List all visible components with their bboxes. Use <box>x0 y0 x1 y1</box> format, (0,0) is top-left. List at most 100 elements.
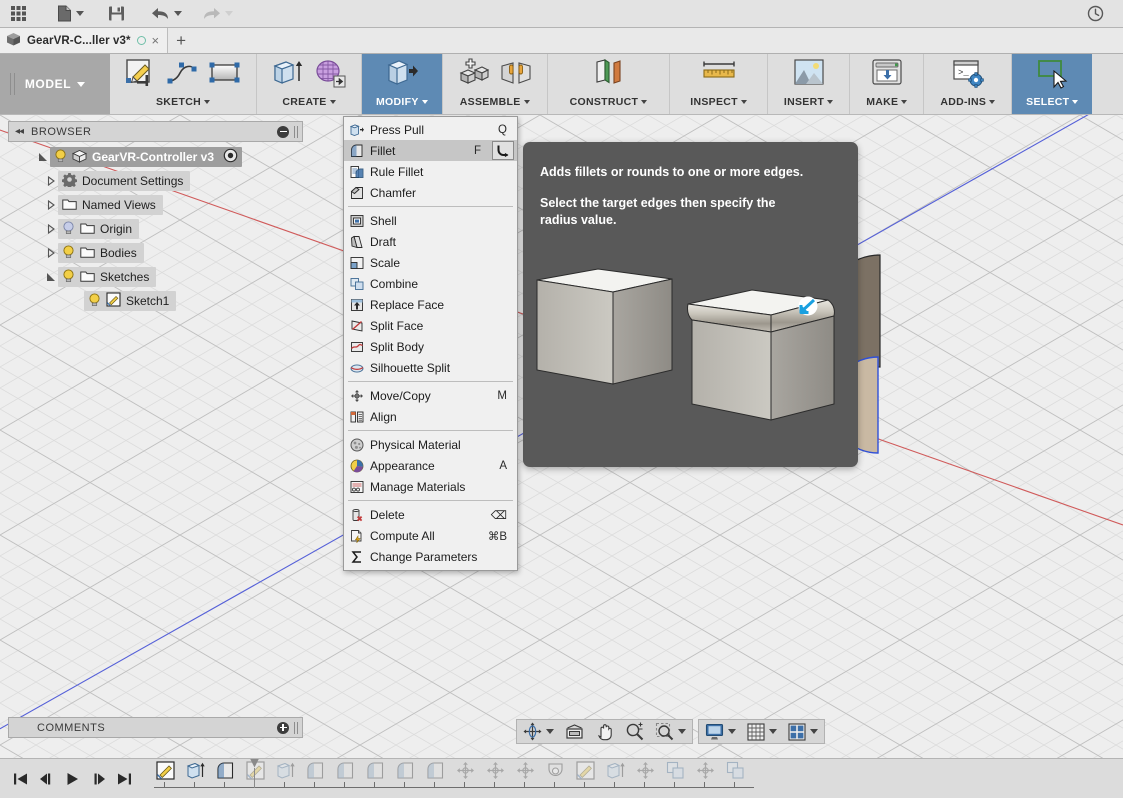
timeline-feature[interactable] <box>304 761 326 784</box>
fillet-preview-icon[interactable] <box>492 141 514 160</box>
tree-chip-root[interactable]: GearVR-Controller v3 <box>50 147 243 167</box>
timeline-track[interactable] <box>148 758 1123 798</box>
save-icon[interactable] <box>103 1 130 27</box>
tree-item-sketches[interactable]: Sketches <box>8 265 303 289</box>
menu-item-shell[interactable]: Shell <box>344 210 517 231</box>
ribbon-panel-label-construct[interactable]: CONSTRUCT <box>570 96 648 108</box>
lightbulb-icon[interactable] <box>54 148 67 166</box>
redo-icon[interactable] <box>197 1 238 27</box>
timeline-feature[interactable] <box>364 761 386 784</box>
menu-item-manage-materials[interactable]: Manage Materials <box>344 476 517 497</box>
menu-item-draft[interactable]: Draft <box>344 231 517 252</box>
ribbon-panel-label-inspect[interactable]: INSPECT <box>690 96 747 108</box>
timeline-feature[interactable] <box>694 761 716 784</box>
chevron-down-icon[interactable] <box>546 729 554 734</box>
skip-to-end-icon[interactable] <box>112 767 136 791</box>
tree-item-bodies[interactable]: Bodies <box>8 241 303 265</box>
expander-collapsed-icon[interactable] <box>44 224 58 234</box>
insert-image-icon[interactable] <box>793 57 825 94</box>
pan-icon[interactable] <box>593 722 616 741</box>
step-forward-icon[interactable] <box>86 767 110 791</box>
scripts-addins-icon[interactable]: >_ <box>952 57 984 94</box>
spline-icon[interactable] <box>166 57 200 96</box>
tree-chip[interactable]: Bodies <box>58 243 144 263</box>
ribbon-panel-label-make[interactable]: MAKE <box>866 96 908 108</box>
menu-item-combine[interactable]: Combine <box>344 273 517 294</box>
viewports-icon[interactable] <box>786 722 820 741</box>
select-cursor-icon[interactable] <box>1035 57 1069 96</box>
ribbon-panel-label-insert[interactable]: INSERT <box>784 96 834 108</box>
tree-chip[interactable]: Document Settings <box>58 171 191 191</box>
file-icon[interactable] <box>52 1 89 27</box>
timeline-feature[interactable] <box>334 761 356 784</box>
menu-item-chamfer[interactable]: Chamfer <box>344 182 517 203</box>
chevron-down-icon[interactable] <box>678 729 686 734</box>
menu-item-replace-face[interactable]: Replace Face <box>344 294 517 315</box>
offset-plane-icon[interactable] <box>591 57 625 96</box>
3d-print-icon[interactable] <box>871 57 903 94</box>
menu-item-appearance[interactable]: Appearance A <box>344 455 517 476</box>
collapse-panel-icon[interactable]: ◂◂ <box>15 126 24 137</box>
activate-radio-icon[interactable] <box>223 148 238 166</box>
menu-item-split-body[interactable]: Split Body <box>344 336 517 357</box>
timeline-feature[interactable] <box>154 760 176 784</box>
app-grid-icon[interactable] <box>0 1 32 27</box>
timeline-feature[interactable] <box>184 762 206 784</box>
lightbulb-off-icon[interactable] <box>62 220 75 238</box>
undo-icon[interactable] <box>146 1 187 27</box>
press-pull-icon[interactable] <box>385 57 419 96</box>
expander-collapsed-icon[interactable] <box>44 248 58 258</box>
viewport-canvas[interactable]: ◂◂ BROWSER GearVR-Controller v3 Document… <box>0 115 1123 758</box>
sculpt-form-icon[interactable] <box>313 57 347 96</box>
ribbon-panel-label-sketch[interactable]: SKETCH <box>156 96 210 108</box>
tree-item-document-settings[interactable]: Document Settings <box>8 169 303 193</box>
menu-item-press-pull[interactable]: Press Pull Q <box>344 119 517 140</box>
comments-panel-header[interactable]: COMMENTS <box>8 717 303 738</box>
zoom-icon[interactable] <box>623 722 646 741</box>
menu-item-silhouette-split[interactable]: Silhouette Split <box>344 357 517 378</box>
timeline-feature[interactable] <box>514 761 536 784</box>
menu-item-delete[interactable]: Delete ⌫ <box>344 504 517 525</box>
chevron-down-icon[interactable] <box>769 729 777 734</box>
expander-expanded-icon[interactable] <box>44 272 58 282</box>
measure-icon[interactable] <box>701 57 737 96</box>
document-tab[interactable]: GearVR-C...ller v3* × <box>0 28 169 53</box>
timeline-feature[interactable] <box>724 761 746 784</box>
menu-item-change-parameters[interactable]: Change Parameters <box>344 546 517 567</box>
look-at-icon[interactable] <box>563 723 586 741</box>
display-settings-icon[interactable] <box>703 723 738 741</box>
timeline-feature[interactable] <box>454 761 476 784</box>
timeline-feature[interactable] <box>574 760 596 784</box>
timeline-marker[interactable] <box>250 758 259 788</box>
expander-collapsed-icon[interactable] <box>44 200 58 210</box>
lightbulb-icon[interactable] <box>62 244 75 262</box>
timeline-feature[interactable] <box>274 762 296 784</box>
grid-snap-icon[interactable] <box>745 722 779 741</box>
step-back-icon[interactable] <box>34 767 58 791</box>
timeline-feature[interactable] <box>544 762 566 784</box>
menu-item-align[interactable]: Align <box>344 406 517 427</box>
tree-item-origin[interactable]: Origin <box>8 217 303 241</box>
tree-item-sketch1[interactable]: Sketch1 <box>8 289 303 313</box>
lightbulb-icon[interactable] <box>88 292 101 310</box>
skip-to-beginning-icon[interactable] <box>8 767 32 791</box>
timeline-feature[interactable] <box>664 761 686 784</box>
timeline-feature[interactable] <box>604 762 626 784</box>
chevron-down-icon[interactable] <box>810 729 818 734</box>
menu-item-scale[interactable]: Scale <box>344 252 517 273</box>
tree-chip[interactable]: Sketch1 <box>84 291 177 311</box>
menu-item-rule-fillet[interactable]: Rule Fillet <box>344 161 517 182</box>
ribbon-panel-label-addins[interactable]: ADD-INS <box>940 96 996 108</box>
zoom-window-icon[interactable] <box>653 722 688 741</box>
ribbon-panel-label-create[interactable]: CREATE <box>282 96 336 108</box>
tree-chip[interactable]: Origin <box>58 219 140 239</box>
new-tab-button[interactable]: + <box>168 28 194 53</box>
minimize-icon[interactable] <box>277 125 289 138</box>
tree-chip[interactable]: Sketches <box>58 267 157 287</box>
timeline-feature[interactable] <box>634 761 656 784</box>
ribbon-panel-label-select[interactable]: SELECT <box>1026 96 1079 108</box>
add-comment-icon[interactable] <box>277 721 289 734</box>
tree-item-named-views[interactable]: Named Views <box>8 193 303 217</box>
timeline-feature[interactable] <box>424 761 446 784</box>
timeline-feature[interactable] <box>394 761 416 784</box>
